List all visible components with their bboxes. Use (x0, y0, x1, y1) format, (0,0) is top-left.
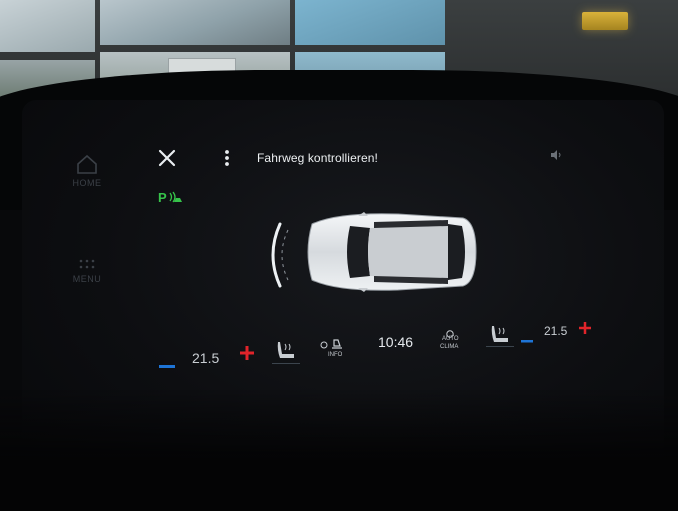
park-assist-letter: P (158, 190, 167, 205)
side-nav: HOME MENU (60, 150, 120, 300)
info-label: INFO (328, 352, 343, 358)
left-temperature: 21.5 (192, 350, 220, 366)
minus-icon (159, 365, 175, 368)
divider (486, 346, 514, 347)
right-temp-plus-button[interactable] (578, 321, 592, 335)
more-options-button[interactable] (220, 146, 234, 170)
clima-label: CLIMA (440, 344, 459, 350)
home-icon (60, 154, 114, 174)
car-top-view (298, 210, 480, 294)
info-icon (320, 339, 342, 349)
right-temperature: 21.5 (544, 324, 568, 338)
left-temp-minus-button[interactable] (158, 357, 176, 368)
close-button[interactable] (155, 146, 179, 170)
auto-label: AUTO (442, 336, 459, 342)
more-vertical-icon (225, 150, 229, 166)
auto-climate-button[interactable] (438, 326, 462, 358)
nav-menu-label: MENU (72, 274, 102, 284)
park-assist-icon: P (158, 190, 182, 205)
clock: 10:46 (378, 334, 414, 350)
window-pane (295, 0, 445, 45)
lower-dashboard (0, 390, 678, 511)
nav-home-label: HOME (72, 178, 102, 188)
close-icon (158, 149, 176, 167)
parking-sensor-arc (262, 220, 292, 290)
divider (272, 363, 300, 364)
nav-menu-button[interactable]: MENU (60, 258, 114, 284)
nav-home-button[interactable]: HOME (60, 154, 114, 188)
left-temp-plus-button[interactable] (238, 344, 256, 362)
speaker-icon[interactable] (550, 148, 562, 160)
right-seat-heating-button[interactable] (484, 322, 518, 348)
plus-icon (240, 346, 254, 360)
seat-heating-icon (277, 342, 294, 358)
right-temp-minus-button[interactable] (520, 331, 534, 343)
window-pane (100, 0, 290, 45)
minus-icon (521, 340, 533, 343)
exit-sign (582, 12, 628, 30)
left-seat-heating-button[interactable] (270, 338, 304, 364)
park-assist-indicator: P (158, 189, 184, 205)
climate-bar: 21.5 INFO 10:46 AUTO CLIMA 21.5 (150, 318, 610, 374)
page-title: Fahrweg kontrollieren! (257, 151, 378, 165)
window-pane (0, 0, 95, 52)
seat-heating-icon (491, 326, 508, 342)
menu-grid-icon (60, 258, 114, 270)
plus-icon (579, 322, 591, 334)
